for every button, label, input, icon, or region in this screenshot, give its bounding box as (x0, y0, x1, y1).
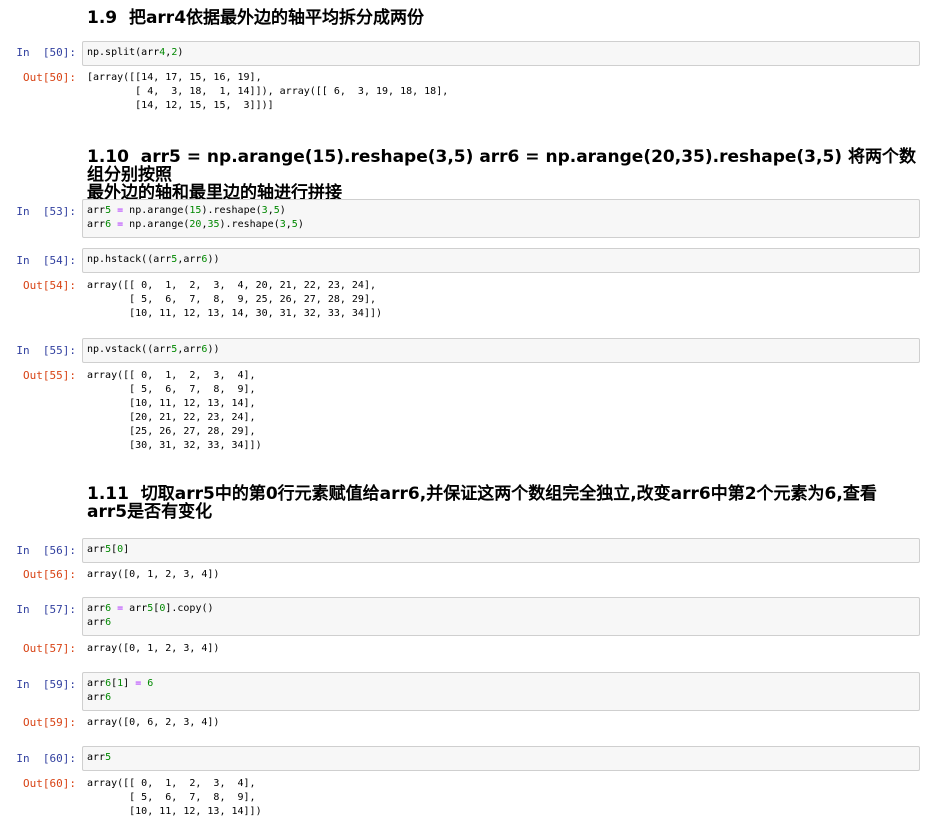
code-line: np.vstack((arr5,arr6)) (87, 344, 220, 355)
number-token: 3 (279, 219, 286, 230)
out-prompt-50: Out[50]: (23, 71, 76, 84)
number-token: 6 (105, 692, 112, 703)
notebook-page: 1.9 把arr4依据最外边的轴平均拆分成两份 In [50]: np.spli… (0, 0, 937, 819)
number-token: 4 (159, 47, 166, 58)
code-input-cell-56[interactable]: arr5[0] (82, 538, 920, 563)
in-prompt-54: In [54]: (16, 254, 76, 267)
code-line: arr5 (87, 752, 112, 763)
number-token: 6 (105, 678, 112, 689)
number-token: 2 (171, 47, 178, 58)
output-cell-60: array([[ 0, 1, 2, 3, 4], [ 5, 6, 7, 8, 9… (87, 778, 262, 817)
output-cell-54: array([[ 0, 1, 2, 3, 4, 20, 21, 22, 23, … (87, 280, 383, 319)
in-prompt-57: In [57]: (16, 603, 76, 616)
number-token: 6 (201, 344, 208, 355)
number-token: 5 (171, 344, 178, 355)
output-cell-50: [array([[14, 17, 15, 16, 19], [ 4, 3, 18… (87, 72, 449, 111)
code-line: np.split(arr4,2) (87, 47, 184, 58)
number-token: 0 (159, 603, 166, 614)
code-line: arr6 = arr5[0].copy() (87, 603, 214, 614)
output-cell-55: array([[ 0, 1, 2, 3, 4], [ 5, 6, 7, 8, 9… (87, 370, 262, 451)
code-input-cell-54[interactable]: np.hstack((arr5,arr6)) (82, 248, 920, 273)
in-prompt-60: In [60]: (16, 752, 76, 765)
section-heading-1-10: 1.10 arr5 = np.arange(15).reshape(3,5) a… (87, 147, 916, 203)
out-prompt-59: Out[59]: (23, 716, 76, 729)
number-token: 6 (105, 219, 112, 230)
number-token: 35 (207, 219, 220, 230)
in-prompt-53: In [53]: (16, 205, 76, 218)
out-prompt-54: Out[54]: (23, 279, 76, 292)
number-token: 5 (105, 752, 112, 763)
code-line: arr6 (87, 692, 112, 703)
number-token: 6 (147, 678, 154, 689)
in-prompt-59: In [59]: (16, 678, 76, 691)
out-prompt-56: Out[56]: (23, 568, 76, 581)
number-token: 15 (189, 205, 202, 216)
output-cell-59: array([0, 6, 2, 3, 4]) (87, 717, 220, 728)
number-token: 5 (273, 205, 280, 216)
number-token: 1 (117, 678, 124, 689)
operator-token: = (135, 678, 142, 689)
out-prompt-55: Out[55]: (23, 369, 76, 382)
code-line: np.hstack((arr5,arr6)) (87, 254, 220, 265)
code-input-cell-50[interactable]: np.split(arr4,2) (82, 41, 920, 66)
code-line: arr5[0] (87, 544, 130, 555)
code-line: arr6 (87, 617, 112, 628)
number-token: 20 (189, 219, 202, 230)
number-token: 5 (147, 603, 154, 614)
number-token: 6 (105, 603, 112, 614)
number-token: 5 (105, 544, 112, 555)
in-prompt-56: In [56]: (16, 544, 76, 557)
number-token: 5 (105, 205, 112, 216)
in-prompt-50: In [50]: (16, 46, 76, 59)
code-line: arr6 = np.arange(20,35).reshape(3,5) (87, 219, 304, 230)
number-token: 6 (105, 617, 112, 628)
code-input-cell-57[interactable]: arr6 = arr5[0].copy() arr6 (82, 597, 920, 636)
section-heading-1-9: 1.9 把arr4依据最外边的轴平均拆分成两份 (87, 8, 425, 28)
code-input-cell-55[interactable]: np.vstack((arr5,arr6)) (82, 338, 920, 363)
number-token: 3 (261, 205, 268, 216)
code-line: arr5 = np.arange(15).reshape(3,5) (87, 205, 286, 216)
code-line: arr6[1] = 6 (87, 678, 154, 689)
operator-token: = (117, 603, 124, 614)
number-token: 5 (171, 254, 178, 265)
out-prompt-57: Out[57]: (23, 642, 76, 655)
section-heading-1-11: 1.11 切取arr5中的第0行元素赋值给arr6,并保证这两个数组完全独立,改… (87, 484, 877, 522)
code-input-cell-59[interactable]: arr6[1] = 6 arr6 (82, 672, 920, 711)
number-token: 0 (117, 544, 124, 555)
code-input-cell-53[interactable]: arr5 = np.arange(15).reshape(3,5) arr6 =… (82, 199, 920, 238)
output-cell-56: array([0, 1, 2, 3, 4]) (87, 569, 220, 580)
operator-token: = (117, 219, 124, 230)
out-prompt-60: Out[60]: (23, 777, 76, 790)
code-input-cell-60[interactable]: arr5 (82, 746, 920, 771)
number-token: 5 (291, 219, 298, 230)
number-token: 6 (201, 254, 208, 265)
in-prompt-55: In [55]: (16, 344, 76, 357)
operator-token: = (117, 205, 124, 216)
output-cell-57: array([0, 1, 2, 3, 4]) (87, 643, 220, 654)
